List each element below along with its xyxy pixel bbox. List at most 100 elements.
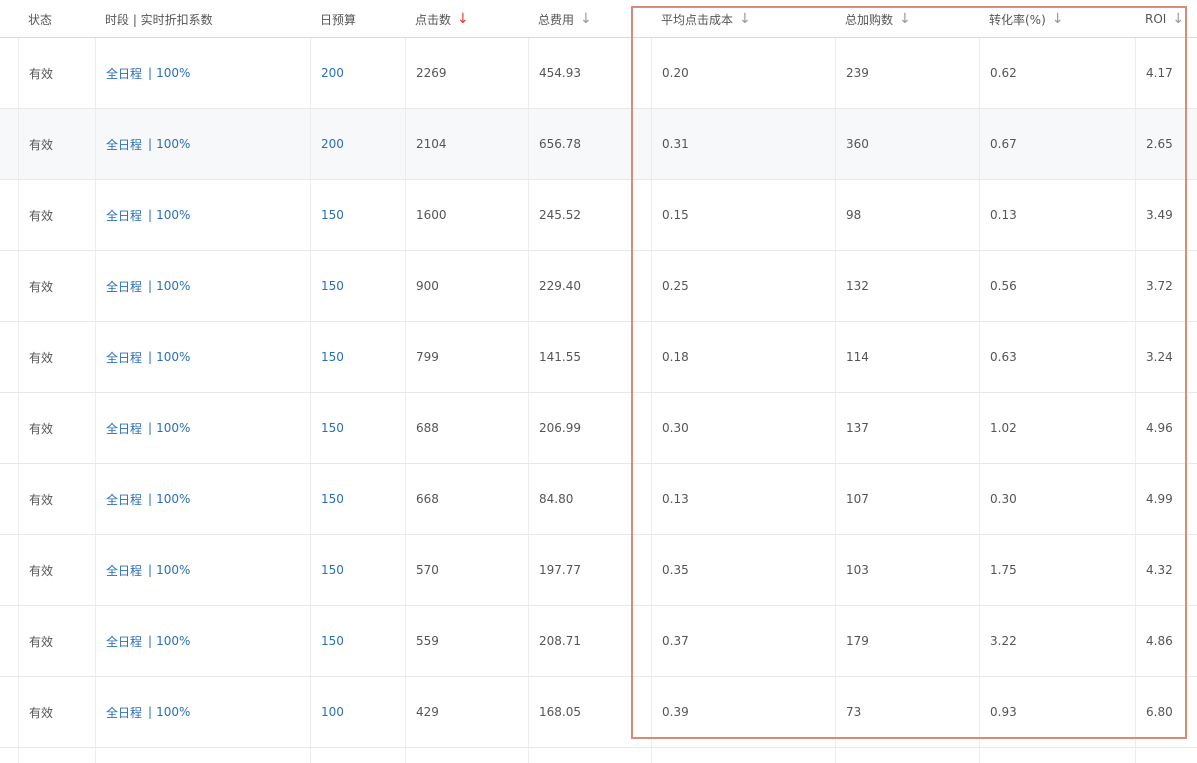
cell-roi: 4.86 (1135, 606, 1197, 676)
roi-value: 4.17 (1146, 66, 1173, 80)
row-spacer (0, 180, 18, 250)
period-link[interactable]: 全日程 (106, 420, 142, 437)
table-row-partial (0, 748, 1197, 763)
roi-value: 3.49 (1146, 208, 1173, 222)
cell-roi: 3.72 (1135, 251, 1197, 321)
discount-link[interactable]: 100% (156, 492, 190, 506)
clicks-value: 2104 (416, 137, 447, 151)
discount-link[interactable]: 100% (156, 705, 190, 719)
cell-roi: 3.49 (1135, 180, 1197, 250)
carts-value: 179 (846, 634, 869, 648)
cost-value: 208.71 (539, 634, 581, 648)
header-roi-label[interactable]: ROI (1145, 12, 1166, 26)
status-text: 有效 (29, 563, 54, 578)
cell-clicks: 559 (405, 606, 528, 676)
arrow-down-icon[interactable]: ↓ (457, 12, 469, 26)
cell-budget: 100 (310, 677, 405, 747)
period-link[interactable]: 全日程 (106, 278, 142, 295)
carts-value: 73 (846, 705, 862, 719)
cell-status: 有效 (18, 180, 95, 250)
header-daily-budget: 日预算 (310, 0, 405, 37)
header-total-cost[interactable]: 总费用 ↓ (528, 0, 651, 37)
arrow-down-icon[interactable]: ↓ (739, 12, 751, 26)
budget-link[interactable]: 150 (321, 208, 344, 222)
budget-link[interactable]: 200 (321, 137, 344, 151)
cell-cost: 197.77 (528, 535, 651, 605)
header-status-label: 状态 (28, 12, 53, 27)
discount-link[interactable]: 100% (156, 563, 190, 577)
table-row: 有效 全日程 | 100% 100 429 168.05 0.39 73 0.93 6.80 (0, 677, 1197, 748)
period-link[interactable]: 全日程 (106, 136, 142, 153)
period-link[interactable]: 全日程 (106, 562, 142, 579)
status-text: 有效 (29, 634, 54, 649)
header-cart-adds[interactable]: 总加购数 ↓ (835, 0, 979, 37)
period-link[interactable]: 全日程 (106, 349, 142, 366)
clicks-value: 1600 (416, 208, 447, 222)
header-total-cost-label[interactable]: 总费用 (538, 11, 574, 28)
discount-link[interactable]: 100% (156, 350, 190, 364)
discount-link[interactable]: 100% (156, 421, 190, 435)
cell-status: 有效 (18, 606, 95, 676)
cell-roi: 6.80 (1135, 677, 1197, 747)
arrow-down-icon[interactable]: ↓ (1172, 12, 1184, 26)
cell-status: 有效 (18, 322, 95, 392)
cvr-value: 1.75 (990, 563, 1017, 577)
cell-period: 全日程 | 100% (95, 180, 310, 250)
header-avg-cpc[interactable]: 平均点击成本 ↓ (651, 0, 835, 37)
discount-link[interactable]: 100% (156, 137, 190, 151)
discount-link[interactable]: 100% (156, 279, 190, 293)
header-period-label: 时段 | 实时折扣系数 (105, 12, 213, 27)
carts-value: 103 (846, 563, 869, 577)
period-link[interactable]: 全日程 (106, 633, 142, 650)
period-link[interactable]: 全日程 (106, 491, 142, 508)
row-spacer (0, 38, 18, 108)
cell-budget: 150 (310, 322, 405, 392)
header-clicks-label[interactable]: 点击数 (415, 11, 451, 28)
cell-cost: 245.52 (528, 180, 651, 250)
budget-link[interactable]: 150 (321, 492, 344, 506)
cell-cpc (651, 748, 835, 763)
period-link[interactable]: 全日程 (106, 65, 142, 82)
cell-cost: 84.80 (528, 464, 651, 534)
budget-link[interactable]: 150 (321, 563, 344, 577)
cell-budget: 150 (310, 606, 405, 676)
header-conversion-rate-label[interactable]: 转化率(%) (989, 11, 1046, 28)
arrow-down-icon[interactable]: ↓ (899, 12, 911, 26)
cell-roi: 4.96 (1135, 393, 1197, 463)
cell-clicks: 688 (405, 393, 528, 463)
cvr-value: 0.13 (990, 208, 1017, 222)
header-conversion-rate[interactable]: 转化率(%) ↓ (979, 0, 1135, 37)
header-cart-adds-label[interactable]: 总加购数 (845, 11, 893, 28)
budget-link[interactable]: 150 (321, 421, 344, 435)
header-clicks[interactable]: 点击数 ↓ (405, 0, 528, 37)
arrow-down-icon[interactable]: ↓ (1052, 12, 1064, 26)
budget-link[interactable]: 100 (321, 705, 344, 719)
cell-cost (528, 748, 651, 763)
status-text: 有效 (29, 705, 54, 720)
header-avg-cpc-label[interactable]: 平均点击成本 (661, 11, 733, 28)
period-link[interactable]: 全日程 (106, 207, 142, 224)
cell-carts (835, 748, 979, 763)
cell-clicks: 1600 (405, 180, 528, 250)
clicks-value: 688 (416, 421, 439, 435)
cpc-value: 0.15 (662, 208, 689, 222)
discount-link[interactable]: 100% (156, 208, 190, 222)
cell-status (18, 748, 95, 763)
budget-link[interactable]: 150 (321, 634, 344, 648)
period-link[interactable]: 全日程 (106, 704, 142, 721)
discount-link[interactable]: 100% (156, 66, 190, 80)
budget-link[interactable]: 150 (321, 350, 344, 364)
cell-carts: 360 (835, 109, 979, 179)
separator: | (148, 137, 153, 151)
discount-link[interactable]: 100% (156, 634, 190, 648)
budget-link[interactable]: 150 (321, 279, 344, 293)
row-spacer (0, 322, 18, 392)
cell-budget: 150 (310, 393, 405, 463)
budget-link[interactable]: 200 (321, 66, 344, 80)
cell-period: 全日程 | 100% (95, 109, 310, 179)
arrow-down-icon[interactable]: ↓ (580, 12, 592, 26)
separator: | (148, 492, 153, 506)
roi-value: 4.32 (1146, 563, 1173, 577)
header-roi[interactable]: ROI ↓ (1135, 0, 1197, 37)
separator: | (148, 66, 153, 80)
